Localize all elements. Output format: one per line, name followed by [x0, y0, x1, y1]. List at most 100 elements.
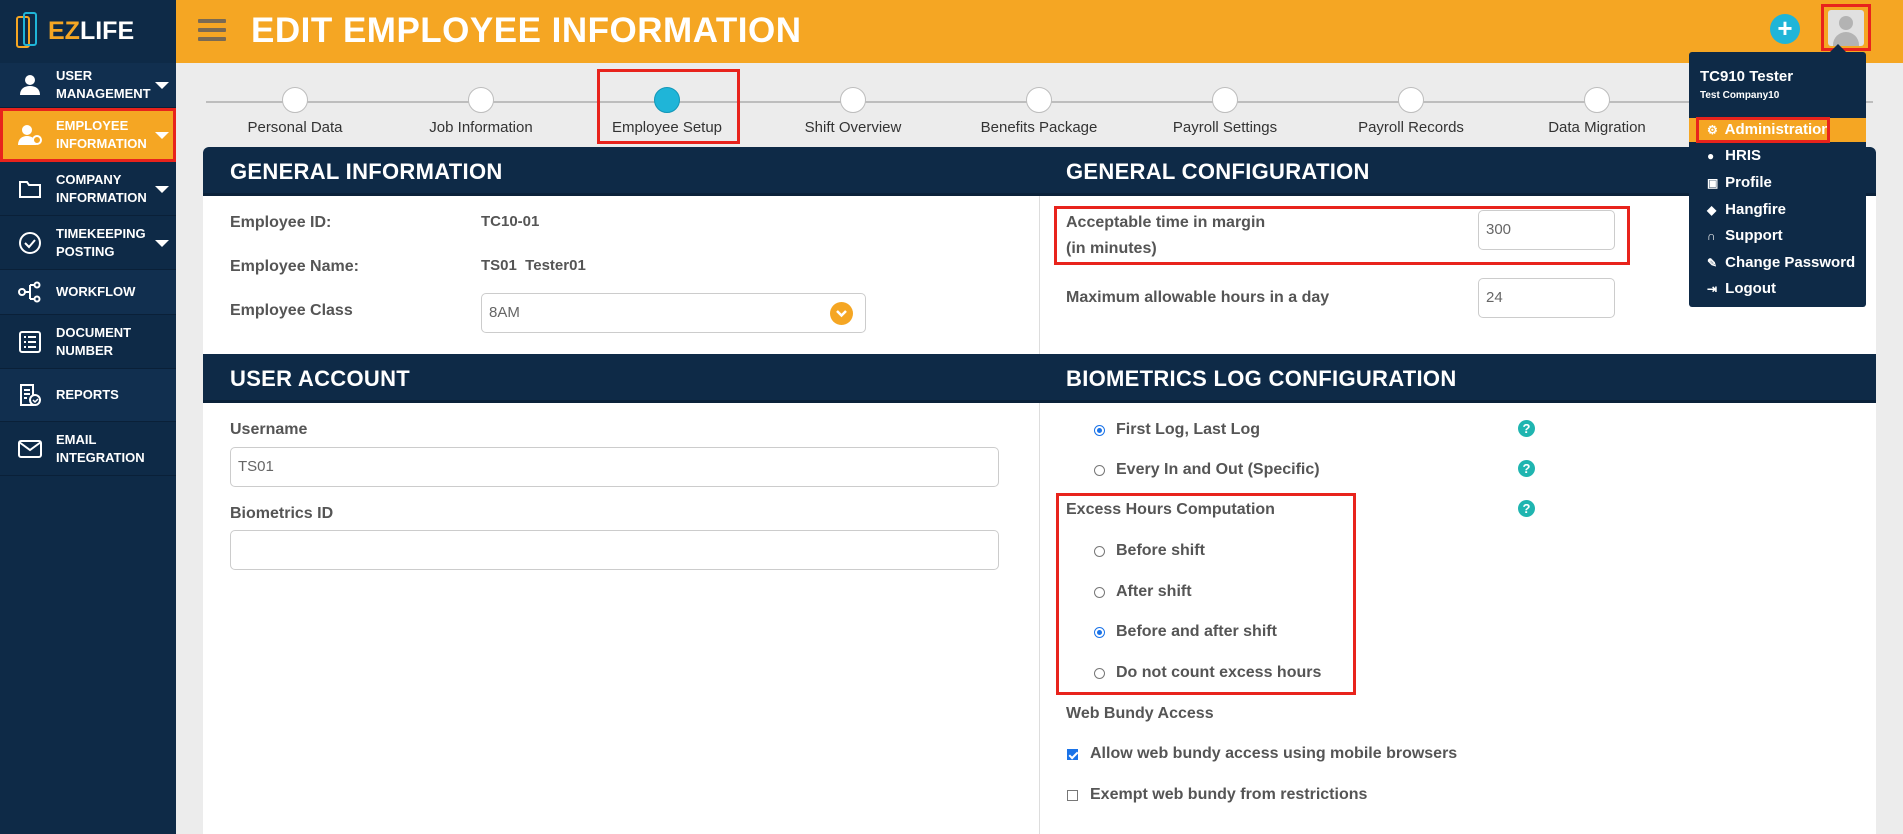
- menu-item-label: Profile: [1725, 174, 1772, 191]
- step-dot: [282, 87, 308, 113]
- menu-item-hris[interactable]: ● HRIS: [1689, 144, 1866, 168]
- step-job-information[interactable]: Job Information: [411, 87, 551, 136]
- employee-name-value: TS01 Tester01: [481, 257, 586, 274]
- employee-id-value: TC10-01: [481, 213, 540, 230]
- sidebar-item-user-management[interactable]: USER MANAGEMENT: [0, 63, 176, 108]
- sidebar-item-document-number[interactable]: DOCUMENT NUMBER: [0, 315, 176, 369]
- sidebar-item-reports[interactable]: REPORTS: [0, 369, 176, 422]
- user-dropdown-menu: TC910 Tester Test Company10 ⚙ Administra…: [1689, 44, 1866, 307]
- step-payroll-settings[interactable]: Payroll Settings: [1155, 87, 1295, 136]
- employee-name-label: Employee Name:: [230, 258, 359, 275]
- chevron-down-icon[interactable]: [155, 82, 169, 89]
- sidebar-item-timekeeping-posting[interactable]: TIMEKEEPING POSTING: [0, 216, 176, 270]
- step-dot: [1584, 87, 1610, 113]
- menu-item-label: Logout: [1725, 280, 1776, 297]
- logo-text-ez: EZ: [48, 17, 80, 45]
- step-label: Payroll Records: [1358, 119, 1464, 136]
- logo-text-life: LIFE: [79, 17, 135, 45]
- step-highlight-box: [597, 69, 740, 144]
- step-personal-data[interactable]: Personal Data: [225, 87, 365, 136]
- hamburger-menu-icon[interactable]: [198, 19, 226, 43]
- tags-icon: ◆: [1707, 203, 1717, 217]
- help-icon[interactable]: ?: [1518, 500, 1535, 517]
- menu-item-logout[interactable]: ⇥ Logout: [1689, 277, 1866, 301]
- logo-mark-icon: [14, 11, 44, 52]
- first-last-log-label: First Log, Last Log: [1116, 421, 1260, 438]
- sidebar-item-label: EMPLOYEE INFORMATION: [56, 117, 147, 151]
- step-dot: [468, 87, 494, 113]
- step-benefits-package[interactable]: Benefits Package: [969, 87, 1109, 136]
- step-label: Shift Overview: [804, 119, 902, 136]
- menu-item-profile[interactable]: ▣ Profile: [1689, 171, 1866, 195]
- menu-item-support[interactable]: ∩ Support: [1689, 224, 1866, 248]
- no-excess-radio[interactable]: [1094, 668, 1105, 679]
- first-last-log-radio[interactable]: [1094, 425, 1105, 436]
- employee-id-label: Employee ID:: [230, 214, 332, 231]
- employee-class-select[interactable]: 8AM: [481, 293, 866, 333]
- max-hours-input[interactable]: 24: [1478, 278, 1615, 318]
- allow-mobile-label: Allow web bundy access using mobile brow…: [1090, 745, 1458, 762]
- step-label: Data Migration: [1548, 119, 1646, 136]
- before-after-shift-radio[interactable]: [1094, 627, 1105, 638]
- workflow-icon: [15, 277, 45, 307]
- step-payroll-records[interactable]: Payroll Records: [1341, 87, 1481, 136]
- every-in-out-radio[interactable]: [1094, 465, 1105, 476]
- chevron-down-icon[interactable]: [830, 302, 853, 325]
- sidebar-item-label: WORKFLOW: [56, 284, 136, 299]
- report-icon: [15, 380, 45, 410]
- user-account-header: USER ACCOUNT: [203, 354, 1039, 403]
- sidebar-item-company-information[interactable]: COMPANY INFORMATION: [0, 162, 176, 216]
- id-card-icon: ▣: [1707, 176, 1719, 190]
- logout-icon: ⇥: [1707, 282, 1718, 296]
- step-dot: [1212, 87, 1238, 113]
- allow-mobile-checkbox[interactable]: [1067, 749, 1078, 760]
- sidebar-item-email-integration[interactable]: EMAIL INTEGRATION: [0, 422, 176, 476]
- app-logo[interactable]: EZLIFE: [0, 0, 176, 63]
- step-label: Benefits Package: [980, 119, 1098, 136]
- wizard-steps: Personal Data Job Information Employee S…: [176, 63, 1903, 147]
- help-icon[interactable]: ?: [1518, 460, 1535, 477]
- employee-icon: [15, 120, 45, 150]
- chevron-down-icon[interactable]: [155, 131, 169, 139]
- app-root: EZLIFE USER MANAGEMENT EMPLOYEE INFORMAT…: [0, 0, 1903, 834]
- sidebar-item-workflow[interactable]: WORKFLOW: [0, 270, 176, 315]
- menu-item-hangfire[interactable]: ◆ Hangfire: [1689, 198, 1866, 222]
- administration-highlight-box: [1696, 117, 1830, 143]
- employee-class-value: 8AM: [489, 304, 520, 321]
- top-header: EDIT EMPLOYEE INFORMATION +: [176, 0, 1903, 63]
- margin-minutes-input[interactable]: 300: [1478, 210, 1615, 250]
- help-icon[interactable]: ?: [1518, 420, 1535, 437]
- after-shift-radio[interactable]: [1094, 587, 1105, 598]
- page-title: EDIT EMPLOYEE INFORMATION: [251, 11, 802, 50]
- username-label: Username: [230, 421, 308, 438]
- sidebar-item-label: TIMEKEEPING POSTING: [56, 225, 146, 259]
- chevron-down-icon[interactable]: [155, 239, 169, 247]
- sidebar-item-label: REPORTS: [56, 387, 119, 402]
- avatar-icon: [1828, 9, 1864, 46]
- exempt-restrictions-checkbox[interactable]: [1067, 790, 1078, 801]
- sidebar-item-label: USER MANAGEMENT: [56, 68, 151, 101]
- margin-label-line2: (in minutes): [1066, 240, 1157, 257]
- column-divider: [1039, 196, 1040, 834]
- user-avatar-button[interactable]: [1821, 4, 1871, 51]
- chevron-down-icon[interactable]: [155, 185, 169, 193]
- menu-item-change-password[interactable]: ✎ Change Password: [1689, 251, 1866, 275]
- sidebar-item-label: EMAIL INTEGRATION: [56, 431, 145, 465]
- step-dot: [1026, 87, 1052, 113]
- step-data-migration[interactable]: Data Migration: [1527, 87, 1667, 136]
- add-button[interactable]: +: [1770, 14, 1800, 44]
- employee-class-label: Employee Class: [230, 302, 353, 319]
- sidebar-item-label: DOCUMENT NUMBER: [56, 324, 132, 358]
- before-shift-radio[interactable]: [1094, 546, 1105, 557]
- biometrics-id-input[interactable]: [230, 530, 999, 570]
- step-shift-overview[interactable]: Shift Overview: [783, 87, 923, 136]
- margin-label-line1: Acceptable time in margin: [1066, 214, 1266, 231]
- step-dot: [840, 87, 866, 113]
- headset-icon: ∩: [1707, 229, 1716, 243]
- username-input[interactable]: TS01: [230, 447, 999, 487]
- menu-item-label: Support: [1725, 227, 1783, 244]
- excess-hours-title: Excess Hours Computation: [1066, 501, 1275, 518]
- sidebar-item-label: COMPANY INFORMATION: [56, 171, 147, 205]
- sidebar-item-employee-information[interactable]: EMPLOYEE INFORMATION: [0, 108, 176, 162]
- after-shift-label: After shift: [1116, 583, 1192, 600]
